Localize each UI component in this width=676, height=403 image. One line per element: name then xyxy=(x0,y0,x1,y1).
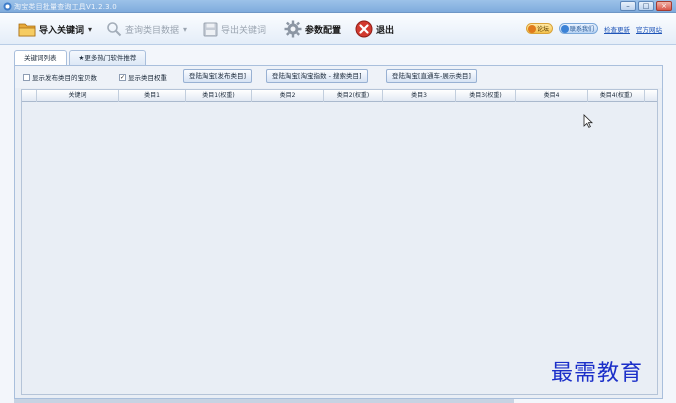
mouse-cursor-icon xyxy=(583,114,593,128)
search-icon xyxy=(107,22,122,37)
column-header-filler xyxy=(644,90,657,102)
column-header-category4[interactable]: 类目4 xyxy=(515,90,587,102)
checkbox-box xyxy=(23,73,30,81)
import-keywords-button[interactable]: 导入关键词 ▾ xyxy=(18,18,92,40)
exit-icon xyxy=(355,20,373,38)
chevron-down-icon: ▾ xyxy=(183,24,188,34)
grid-header: 关键词 类目1 类目1(权重) 类目2 类目2(权重) 类目3 类目3(权重) … xyxy=(22,90,657,102)
column-header-category4-weight[interactable]: 类目4(权重) xyxy=(587,90,644,102)
column-header-category1-weight[interactable]: 类目1(权重) xyxy=(185,90,251,102)
login-ztc-button[interactable]: 登陆淘宝[直通车-展示类目] xyxy=(386,69,477,83)
column-header-category2[interactable]: 类目2 xyxy=(251,90,323,102)
chevron-down-icon: ▾ xyxy=(88,24,93,34)
window-controls: – □ × xyxy=(620,1,672,11)
forum-icon xyxy=(527,24,536,33)
show-category-weight-checkbox[interactable]: ✓ 显示类目权重 xyxy=(119,72,167,82)
toolbar: 导入关键词 ▾ 查询类目数据 ▾ 导出关键词 参数配置 退出 论坛 联系我们 检… xyxy=(0,13,676,45)
contact-badge[interactable]: 联系我们 xyxy=(558,23,598,34)
exit-button[interactable]: 退出 xyxy=(355,18,394,40)
column-header-category1[interactable]: 类目1 xyxy=(118,90,185,102)
watermark: 最需教育 xyxy=(551,361,644,386)
check-update-link[interactable]: 检查更新 xyxy=(604,24,630,34)
keyword-grid[interactable]: 关键词 类目1 类目1(权重) 类目2 类目2(权重) 类目3 类目3(权重) … xyxy=(21,89,658,395)
param-config-button[interactable]: 参数配置 xyxy=(284,18,341,40)
toolbar-links: 论坛 联系我们 检查更新 官方网站 xyxy=(525,23,662,34)
filter-bar: 显示发布类目的宝贝数 ✓ 显示类目权重 登陆淘宝[发布类目] 登陆淘宝[淘宝指数… xyxy=(15,66,662,88)
folder-icon xyxy=(18,23,36,37)
column-header-category3[interactable]: 类目3 xyxy=(382,90,455,102)
official-site-link[interactable]: 官方网站 xyxy=(636,24,662,34)
tab-keyword-list[interactable]: 关键词列表 xyxy=(14,50,67,66)
query-category-button[interactable]: 查询类目数据 ▾ xyxy=(106,18,187,40)
login-index-button[interactable]: 登陆淘宝[淘宝指数 - 搜索类目] xyxy=(266,69,368,83)
export-keywords-button[interactable]: 导出关键词 xyxy=(203,18,266,40)
tab-more-software[interactable]: ★更多热门软件推荐 xyxy=(68,50,147,65)
column-header-category3-weight[interactable]: 类目3(权重) xyxy=(455,90,515,102)
column-header-category2-weight[interactable]: 类目2(权重) xyxy=(323,90,382,102)
login-publish-button[interactable]: 登陆淘宝[发布类目] xyxy=(183,69,253,83)
checkbox-box: ✓ xyxy=(119,73,126,81)
row-header-corner xyxy=(22,90,36,102)
minimize-button[interactable]: – xyxy=(620,1,636,11)
show-publish-count-checkbox[interactable]: 显示发布类目的宝贝数 xyxy=(23,72,97,82)
forum-badge[interactable]: 论坛 xyxy=(525,23,553,34)
window-title: 淘宝类目批量查询工具V1.2.3.0 xyxy=(14,3,117,11)
maximize-button[interactable]: □ xyxy=(638,1,654,11)
horizontal-scrollbar[interactable] xyxy=(14,398,514,403)
keyword-list-panel: 显示发布类目的宝贝数 ✓ 显示类目权重 登陆淘宝[发布类目] 登陆淘宝[淘宝指数… xyxy=(14,65,663,399)
tab-strip: 关键词列表 ★更多热门软件推荐 xyxy=(14,50,147,66)
gear-icon xyxy=(284,20,302,38)
close-button[interactable]: × xyxy=(656,1,672,11)
app-icon xyxy=(3,2,12,11)
contact-icon xyxy=(560,24,569,33)
title-bar: 淘宝类目批量查询工具V1.2.3.0 – □ × xyxy=(0,0,676,13)
save-icon xyxy=(203,22,218,36)
column-header-keyword[interactable]: 关键词 xyxy=(36,90,118,102)
